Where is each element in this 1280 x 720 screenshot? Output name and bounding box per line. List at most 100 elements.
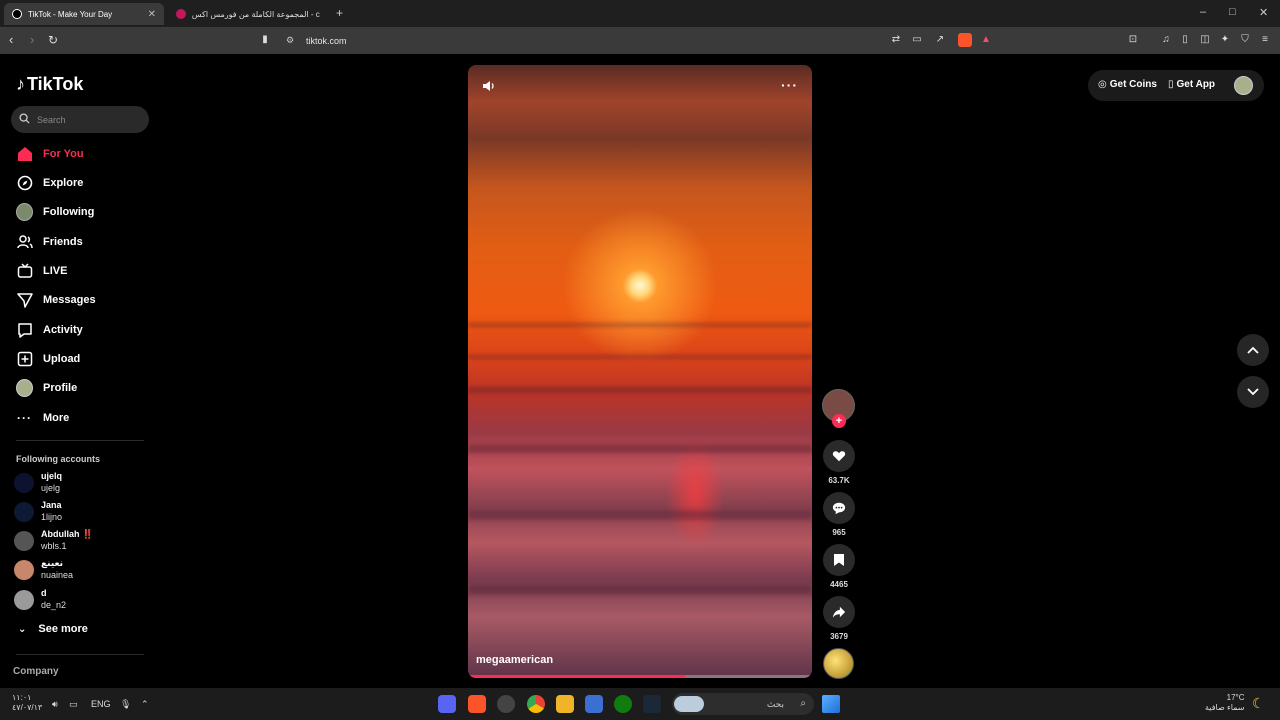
account-handle: 1lijno (41, 512, 63, 522)
nav-label: Activity (43, 324, 83, 336)
logo-text: TikTok (27, 74, 84, 94)
leo-ai-icon[interactable]: ✦ (1219, 34, 1231, 46)
nav-explore[interactable]: Explore (16, 173, 83, 193)
tab-search-icon[interactable]: ⊡ (1127, 34, 1139, 46)
brave-icon[interactable] (468, 695, 486, 713)
progress-fill (468, 675, 685, 678)
company-link[interactable]: Company (13, 666, 59, 677)
minimize-button[interactable]: – (1200, 6, 1206, 18)
nav-more[interactable]: ··· More (16, 408, 69, 428)
back-icon[interactable]: ‹ (9, 32, 13, 48)
nav-upload[interactable]: Upload (16, 349, 80, 369)
cloud-band (468, 387, 812, 393)
wallet-icon[interactable]: ◫ (1199, 34, 1211, 46)
chevron-up-icon (1247, 346, 1259, 354)
nav-friends[interactable]: Friends (16, 232, 83, 252)
like-button[interactable] (823, 440, 855, 472)
nav-profile[interactable]: Profile (16, 378, 77, 398)
save-button[interactable] (823, 544, 855, 576)
tab-title: المجموعة الكاملة من فورمس اكس - cex (191, 9, 320, 19)
avatar (14, 560, 34, 580)
file-explorer-icon[interactable] (556, 695, 574, 713)
divider (16, 654, 144, 655)
tab-tiktok[interactable]: TikTok - Make Your Day ✕ (4, 3, 164, 25)
discord-icon[interactable] (438, 695, 456, 713)
steam-icon[interactable] (643, 695, 661, 713)
volume-icon[interactable] (482, 79, 496, 93)
site-favicon-icon (176, 9, 186, 19)
media-icon[interactable]: ♫ (1160, 34, 1172, 46)
phone-icon: ▯ (1168, 79, 1174, 90)
follow-plus-icon[interactable]: + (832, 414, 846, 428)
menu-icon[interactable]: ≡ (1259, 34, 1271, 46)
nav-following[interactable]: Following (16, 202, 94, 222)
search-icon: ⌕ (800, 698, 806, 709)
forward-icon[interactable]: › (30, 32, 34, 48)
user-avatar[interactable] (1234, 76, 1253, 95)
nav-label: LIVE (43, 265, 68, 277)
browser-tab-strip: TikTok - Make Your Day ✕ المجموعة الكامل… (0, 0, 1280, 27)
taskbar-search[interactable]: بحث ⌕ (672, 693, 814, 715)
cloud-band (468, 585, 812, 595)
nav-live[interactable]: LIVE (16, 261, 67, 281)
new-tab-button[interactable]: + (336, 6, 343, 20)
tiktok-logo[interactable]: ♪ TikTok (16, 74, 83, 95)
previous-video-button[interactable] (1237, 334, 1269, 366)
reload-icon[interactable]: ↻ (48, 32, 58, 48)
share-button[interactable] (823, 596, 855, 628)
nav-label: Upload (43, 353, 81, 365)
see-more-button[interactable]: ⌄ See more (18, 623, 88, 635)
video-player[interactable]: ··· megaamerican (468, 65, 812, 678)
chevron-down-icon (1247, 388, 1259, 396)
tray-chevron-icon[interactable]: ⌃ (141, 696, 149, 712)
comment-count: 965 (832, 528, 846, 537)
microphone-icon[interactable]: 🎙︎ (120, 696, 131, 712)
get-app-button[interactable]: ▯ Get App (1168, 79, 1215, 90)
get-coins-button[interactable]: ◎ Get Coins (1098, 79, 1157, 90)
close-tab-icon[interactable]: ✕ (148, 9, 156, 20)
share-arrow-icon (832, 606, 846, 618)
close-window-button[interactable]: ✕ (1259, 6, 1268, 19)
music-disc-icon[interactable] (823, 648, 854, 679)
weather-widget[interactable]: 17°C سماء صافية (1205, 693, 1245, 712)
maximize-button[interactable]: □ (1229, 6, 1236, 18)
nav-messages[interactable]: Messages (16, 290, 96, 310)
language-indicator[interactable]: ENG (91, 696, 111, 712)
next-video-button[interactable] (1237, 376, 1269, 408)
sidebar-toggle-icon[interactable]: ▯ (1179, 34, 1191, 46)
brave-rewards-icon[interactable]: ▲ (980, 34, 992, 46)
moon-icon: ☾ (1252, 694, 1265, 711)
xbox-icon[interactable] (614, 695, 632, 713)
heart-icon (832, 451, 846, 462)
store-icon[interactable] (585, 695, 603, 713)
video-username[interactable]: megaamerican (476, 654, 553, 666)
more-options-icon[interactable]: ··· (781, 77, 798, 93)
network-icon[interactable]: ▭ (69, 696, 78, 712)
translate-icon[interactable]: ⇄ (890, 34, 902, 46)
speaker-icon[interactable]: 🔊︎ (52, 696, 58, 712)
nav-for-you[interactable]: For You (16, 144, 84, 164)
progress-bar[interactable] (468, 675, 812, 678)
clock-app-icon[interactable] (497, 695, 515, 713)
site-info-icon[interactable]: ⚙ (286, 35, 294, 46)
weather-temp: 17°C (1226, 693, 1245, 702)
windows-start-icon[interactable] (822, 695, 840, 713)
bookmark-icon[interactable]: ▮ (259, 34, 271, 46)
account-handle: wbls.1 (41, 541, 67, 551)
comment-button[interactable] (823, 492, 855, 524)
tab-second[interactable]: المجموعة الكاملة من فورمس اكس - cex (168, 3, 328, 25)
share-icon[interactable]: ↗ (934, 34, 946, 46)
brave-shields-icon[interactable] (958, 33, 972, 47)
cast-icon[interactable]: ▭ (911, 34, 923, 46)
windows-taskbar: ١١:٠١ ٤٧/٠٧/١٣ 🔊︎ ▭ ENG 🎙︎ ⌃ بحث ⌕ 17°C … (0, 688, 1280, 720)
chrome-icon[interactable] (527, 695, 545, 713)
vpn-icon[interactable]: ⛉ (1239, 34, 1251, 46)
search-input[interactable]: Search (11, 106, 149, 133)
cloud-icon (674, 696, 704, 712)
nav-label: Following (43, 206, 95, 218)
friends-icon (16, 234, 33, 251)
clock[interactable]: ١١:٠١ ٤٧/٠٧/١٣ (12, 693, 42, 712)
account-handle: nuainea (41, 570, 74, 580)
account-handle: de_n2 (41, 600, 67, 610)
nav-activity[interactable]: Activity (16, 320, 83, 340)
